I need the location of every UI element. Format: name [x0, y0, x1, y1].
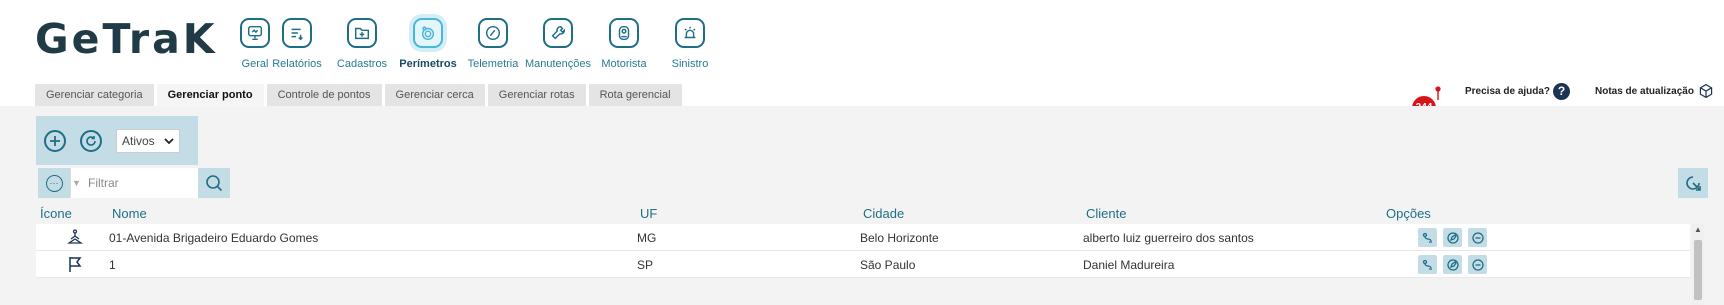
tab-rota-gerencial[interactable]: Rota gerencial: [588, 84, 682, 106]
status-select-value: Ativos: [122, 133, 155, 148]
table-header: Ícone Nome UF Cidade Cliente Opções: [36, 202, 1708, 224]
scroll-up-icon[interactable]: ▲: [1692, 224, 1704, 236]
edit-button[interactable]: [1443, 228, 1462, 247]
route-icon: [1422, 259, 1432, 270]
notes-label: Notas de atualização: [1595, 85, 1694, 97]
filter-bar: ··· ▼: [38, 168, 230, 198]
filter-input[interactable]: [82, 168, 198, 198]
table-row[interactable]: 1 SP São Paulo Daniel Madureira: [36, 251, 1690, 278]
tab-controle-de-pontos[interactable]: Controle de pontos: [266, 84, 382, 106]
col-cliente[interactable]: Cliente: [1086, 206, 1126, 221]
minus-circle-icon: [1471, 231, 1484, 244]
map-pin-icon: [66, 229, 84, 244]
minus-circle-icon: [1471, 258, 1484, 271]
add-button[interactable]: [44, 129, 66, 152]
tab-gerenciar-ponto[interactable]: Gerenciar ponto: [156, 84, 264, 106]
tab-gerenciar-rotas[interactable]: Gerenciar rotas: [487, 84, 586, 106]
remove-button[interactable]: [1468, 228, 1487, 247]
cell-cidade: Belo Horizonte: [860, 231, 939, 245]
cursor-target-icon: [1686, 176, 1701, 191]
scroll-thumb[interactable]: [1694, 240, 1702, 300]
chevron-down-icon: [164, 137, 174, 144]
search-icon: [206, 175, 223, 192]
notification-pin-icon[interactable]: [1434, 86, 1442, 100]
toolbar: Ativos: [36, 116, 198, 165]
nav-item-sinistro[interactable]: Sinistro: [650, 18, 730, 70]
locate-button[interactable]: [1678, 168, 1708, 198]
telemetry-icon: [478, 18, 508, 48]
search-button[interactable]: [198, 168, 230, 198]
status-select[interactable]: Ativos: [116, 128, 180, 153]
app-logo[interactable]: GeTraK: [35, 14, 218, 64]
wrench-icon: [543, 18, 573, 48]
refresh-icon: [86, 135, 96, 146]
remove-button[interactable]: [1468, 255, 1487, 274]
col-cidade[interactable]: Cidade: [863, 206, 904, 221]
driver-icon: [609, 18, 639, 48]
tab-gerenciar-cerca[interactable]: Gerenciar cerca: [384, 84, 485, 106]
cell-cliente: Daniel Madureira: [1083, 258, 1175, 272]
top-header: GeTraK Geral Relatórios Cadastros Períme…: [0, 0, 1724, 76]
col-opcoes: Opções: [1386, 206, 1431, 221]
col-icone[interactable]: Ícone: [40, 206, 72, 221]
package-icon: [1699, 83, 1713, 99]
filter-dropdown-icon[interactable]: ▼: [70, 168, 82, 198]
ellipsis-icon: ···: [45, 174, 63, 192]
cell-uf: MG: [637, 231, 657, 245]
cell-nome: 1: [109, 258, 116, 272]
route-button[interactable]: [1418, 228, 1437, 247]
table-row[interactable]: 01-Avenida Brigadeiro Eduardo Gomes MG B…: [36, 224, 1690, 251]
question-icon: ?: [1553, 83, 1571, 100]
table-scrollbar[interactable]: ▲: [1692, 224, 1704, 305]
cell-uf: SP: [637, 258, 654, 272]
perimeter-icon: [413, 18, 443, 48]
alarm-icon: [675, 18, 705, 48]
flag-icon: [69, 257, 82, 272]
tab-bar: Gerenciar categoria Gerenciar ponto Cont…: [35, 84, 685, 106]
folder-plus-icon: [347, 18, 377, 48]
nav-label: Sinistro: [671, 58, 709, 70]
report-icon: [282, 18, 312, 48]
col-nome[interactable]: Nome: [112, 206, 147, 221]
cell-cliente: alberto luiz guerreiro dos santos: [1083, 231, 1254, 245]
route-icon: [1422, 232, 1432, 243]
cell-nome: 01-Avenida Brigadeiro Eduardo Gomes: [109, 231, 319, 245]
col-uf[interactable]: UF: [640, 206, 657, 221]
refresh-button[interactable]: [80, 129, 102, 152]
release-notes-link[interactable]: Notas de atualização: [1595, 83, 1714, 99]
help-link[interactable]: Precisa de ajuda? ?: [1465, 83, 1571, 100]
plus-icon: [50, 135, 60, 146]
route-button[interactable]: [1418, 255, 1437, 274]
help-label: Precisa de ajuda?: [1465, 86, 1551, 97]
tab-gerenciar-categoria[interactable]: Gerenciar categoria: [35, 84, 154, 106]
edit-icon: [1446, 258, 1459, 271]
more-options-button[interactable]: ···: [38, 168, 70, 198]
edit-button[interactable]: [1443, 255, 1462, 274]
cell-cidade: São Paulo: [860, 258, 916, 272]
edit-icon: [1446, 231, 1459, 244]
